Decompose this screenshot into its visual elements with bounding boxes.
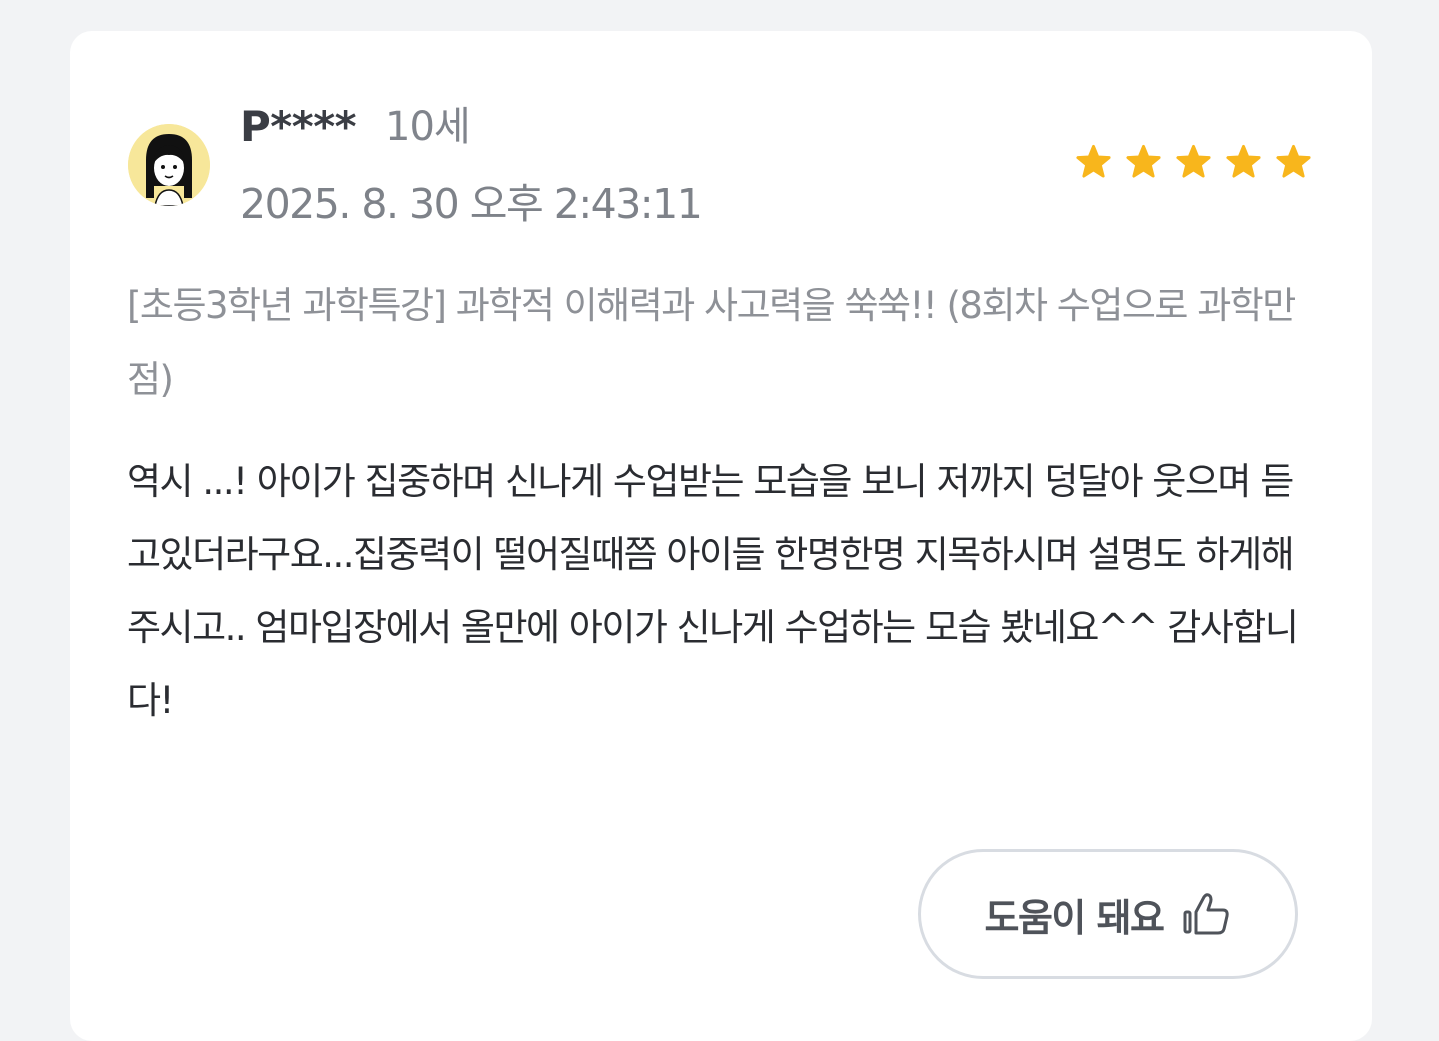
star-rating xyxy=(1074,143,1313,182)
star-icon xyxy=(1226,144,1261,178)
avatar xyxy=(128,124,210,206)
review-body: 역시 ...! 아이가 집중하며 신나게 수업받는 모습을 보니 저까지 덩달아… xyxy=(127,460,1299,722)
star-icon xyxy=(1126,144,1161,178)
thumbs-up-icon xyxy=(1183,893,1229,935)
author-name: P**** xyxy=(240,102,357,151)
author-age: 10세 xyxy=(385,104,471,150)
girl-avatar-icon xyxy=(128,124,210,206)
star-icon xyxy=(1176,144,1211,178)
course-title: [초등3학년 과학특강] 과학적 이해력과 사고력을 쑥쑥!! (8회차 수업으… xyxy=(127,284,1296,401)
star-icon xyxy=(1076,144,1111,178)
helpful-button-label: 도움이 돼요 xyxy=(984,895,1165,940)
helpful-button[interactable]: 도움이 돼요 xyxy=(918,849,1298,979)
star-icon xyxy=(1276,144,1311,178)
review-date: 2025. 8. 30 오후 2:43:11 xyxy=(240,180,703,228)
review-card: P**** 10세 2025. 8. 30 오후 2:43:11 [초등3학년 … xyxy=(70,31,1372,1041)
